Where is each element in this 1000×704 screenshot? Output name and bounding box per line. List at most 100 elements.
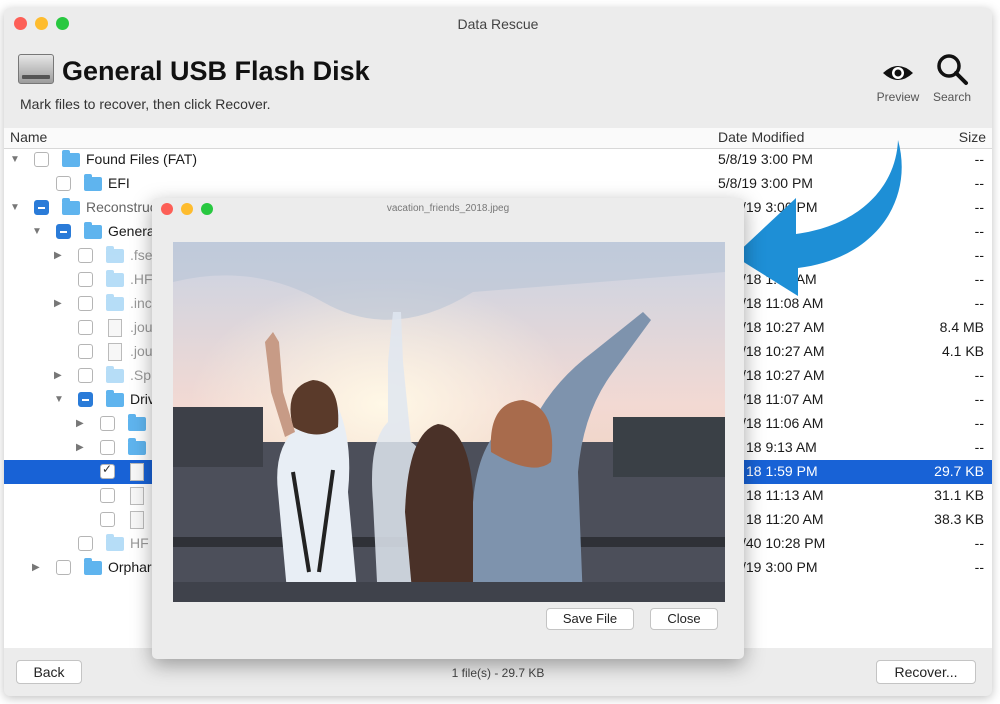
file-name: Found Files (FAT) xyxy=(86,151,197,167)
file-size: -- xyxy=(974,151,984,167)
callout-arrow-icon xyxy=(734,140,902,296)
row-checkbox[interactable] xyxy=(78,320,93,335)
file-size: -- xyxy=(974,415,984,431)
row-checkbox[interactable] xyxy=(34,152,49,167)
preview-zoom-dot[interactable] xyxy=(201,203,213,215)
file-size: -- xyxy=(974,247,984,263)
size-column-header[interactable]: Size xyxy=(959,129,986,145)
date-modified: 18 1:59 PM xyxy=(746,463,818,479)
folder-icon xyxy=(84,174,102,191)
file-size: 29.7 KB xyxy=(934,463,984,479)
file-size: -- xyxy=(974,391,984,407)
date-modified: 18 11:20 AM xyxy=(746,511,824,527)
row-checkbox[interactable] xyxy=(56,176,71,191)
row-checkbox[interactable] xyxy=(78,392,93,407)
date-modified: /18 11:06 AM xyxy=(742,415,824,431)
file-name: Genera xyxy=(108,223,155,239)
folder-icon xyxy=(106,294,124,311)
disclosure-closed-icon[interactable]: ▶ xyxy=(54,298,62,309)
disclosure-open-icon[interactable]: ▼ xyxy=(32,226,42,237)
close-preview-button[interactable]: Close xyxy=(650,608,718,630)
file-name: .fse xyxy=(130,247,153,263)
disk-title: General USB Flash Disk xyxy=(62,56,370,86)
row-checkbox[interactable] xyxy=(100,462,115,479)
name-column-header[interactable]: Name xyxy=(10,129,47,145)
disclosure-closed-icon[interactable]: ▶ xyxy=(76,418,84,429)
row-checkbox[interactable] xyxy=(78,296,93,311)
document-icon xyxy=(108,319,122,337)
file-name: .HF xyxy=(130,271,153,287)
file-size: -- xyxy=(974,439,984,455)
row-checkbox[interactable] xyxy=(100,416,115,431)
file-size: -- xyxy=(974,223,984,239)
folder-icon xyxy=(106,534,124,551)
file-name: .Sp xyxy=(130,367,152,383)
folder-icon xyxy=(106,366,124,383)
preview-window: vacation_friends_2018.jpeg Save File Clo… xyxy=(152,198,744,659)
file-name: .jou xyxy=(130,343,153,359)
file-size: 4.1 KB xyxy=(941,343,984,359)
selection-status: 1 file(s) - 29.7 KB xyxy=(451,666,545,680)
preview-minimize-dot[interactable] xyxy=(181,203,193,215)
document-icon xyxy=(130,487,144,505)
row-checkbox[interactable] xyxy=(78,272,93,287)
date-modified: /18 10:27 AM xyxy=(742,319,825,335)
minimize-window-button[interactable] xyxy=(35,17,48,30)
date-modified: /19 3:00 PM xyxy=(742,559,818,575)
file-size: 8.4 MB xyxy=(939,319,984,335)
save-file-button[interactable]: Save File xyxy=(546,608,634,630)
file-name: Reconstruc xyxy=(86,199,157,215)
file-size: -- xyxy=(974,295,984,311)
folder-icon xyxy=(84,222,102,239)
disclosure-open-icon[interactable]: ▼ xyxy=(54,394,64,405)
recover-button[interactable]: Recover... xyxy=(876,660,976,684)
file-size: -- xyxy=(974,559,984,575)
disclosure-open-icon[interactable]: ▼ xyxy=(10,154,20,165)
file-size: -- xyxy=(974,175,984,191)
row-checkbox[interactable] xyxy=(100,488,115,503)
file-size: -- xyxy=(974,367,984,383)
close-window-button[interactable] xyxy=(14,17,27,30)
file-size: 38.3 KB xyxy=(934,511,984,527)
disclosure-closed-icon[interactable]: ▶ xyxy=(54,370,62,381)
folder-icon xyxy=(106,246,124,263)
preview-close-dot[interactable] xyxy=(161,203,173,215)
preview-image xyxy=(173,242,725,602)
preview-filename: vacation_friends_2018.jpeg xyxy=(386,203,510,214)
file-name: .inc xyxy=(130,295,152,311)
zoom-window-button[interactable] xyxy=(56,17,69,30)
document-icon xyxy=(130,511,144,529)
date-modified: /40 10:28 PM xyxy=(742,535,826,551)
disclosure-open-icon[interactable]: ▼ xyxy=(10,202,20,213)
folder-icon xyxy=(106,390,124,407)
row-checkbox[interactable] xyxy=(78,248,93,263)
row-checkbox[interactable] xyxy=(78,536,93,551)
file-name: HF xyxy=(130,535,149,551)
row-checkbox[interactable] xyxy=(56,560,71,575)
file-name: .jou xyxy=(130,319,153,335)
row-checkbox[interactable] xyxy=(100,440,115,455)
row-checkbox[interactable] xyxy=(78,368,93,383)
disclosure-closed-icon[interactable]: ▶ xyxy=(54,250,62,261)
eye-icon xyxy=(883,66,913,80)
row-checkbox[interactable] xyxy=(100,512,115,527)
preview-button[interactable]: Preview xyxy=(868,60,928,104)
folder-icon xyxy=(128,438,146,455)
instructions-text: Mark files to recover, then click Recove… xyxy=(20,96,271,112)
file-size: -- xyxy=(974,199,984,215)
row-checkbox[interactable] xyxy=(34,200,49,215)
date-modified: /18 10:27 AM xyxy=(742,343,825,359)
date-modified: 18 9:13 AM xyxy=(746,439,817,455)
folder-icon xyxy=(106,270,124,287)
disclosure-closed-icon[interactable]: ▶ xyxy=(32,562,40,573)
preview-label: Preview xyxy=(876,90,920,104)
folder-icon xyxy=(128,414,146,431)
row-checkbox[interactable] xyxy=(78,344,93,359)
file-size: 31.1 KB xyxy=(934,487,984,503)
file-size: -- xyxy=(974,271,984,287)
date-modified: /18 10:27 AM xyxy=(742,367,825,383)
disclosure-closed-icon[interactable]: ▶ xyxy=(76,442,84,453)
search-button[interactable]: Search xyxy=(922,54,982,104)
row-checkbox[interactable] xyxy=(56,224,71,239)
search-icon xyxy=(937,54,968,85)
